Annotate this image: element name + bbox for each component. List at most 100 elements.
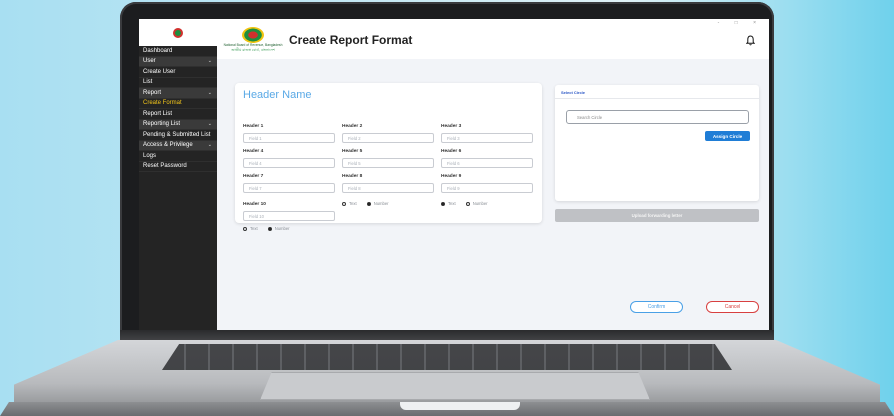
radio-text[interactable]: Text: [243, 226, 258, 231]
field-label: Header 7: [243, 174, 264, 179]
sidebar-item-report-list[interactable]: Report List: [139, 109, 217, 120]
chevron-down-icon: ⌄: [207, 142, 212, 149]
sidebar-item-reporting-list[interactable]: Reporting List ⌄: [139, 119, 217, 130]
field-label: Header 5: [342, 149, 363, 154]
header-field-10: Header 10 Field 10: [243, 202, 335, 221]
header-field-2: Header 2 Field 2: [342, 124, 434, 143]
emblem-icon: [242, 27, 264, 43]
keyboard: [162, 344, 732, 370]
radio-text[interactable]: Text: [342, 201, 357, 206]
header-field-8: Header 8 Field 8: [342, 174, 434, 193]
field-input[interactable]: Field 7: [243, 183, 335, 193]
sidebar-item-user[interactable]: User ⌄: [139, 56, 217, 67]
header-field-1: Header 1 Field 1: [243, 124, 335, 143]
chevron-down-icon: ⌄: [207, 89, 212, 96]
radio-number[interactable]: Number: [465, 201, 488, 206]
field-label: Header 4: [243, 149, 264, 154]
header-bar: National Board of Revenue, Bangladesh জা…: [217, 19, 769, 59]
field-input[interactable]: Field 4: [243, 158, 335, 168]
field-label: Header 1: [243, 124, 264, 129]
header-field-6: Header 6 Field 6: [441, 149, 533, 168]
bell-icon[interactable]: [746, 35, 755, 46]
field-input[interactable]: Field 8: [342, 183, 434, 193]
sidebar-item-label: Reset Password: [143, 163, 187, 170]
brand-logo[interactable]: National Board of Revenue, Bangladesh জা…: [219, 27, 287, 57]
field-input[interactable]: Field 5: [342, 158, 434, 168]
type-radio-group: Text Number: [441, 201, 488, 206]
sidebar-item-label: Report List: [143, 110, 173, 117]
cancel-button[interactable]: Cancel: [706, 301, 759, 313]
laptop-notch: [400, 402, 520, 410]
radio-dot-icon: [441, 201, 445, 206]
radio-label: Number: [274, 226, 290, 231]
field-label: Header 3: [441, 124, 462, 129]
sidebar-item-label: User: [143, 58, 156, 65]
sidebar-item-label: Create User: [143, 68, 176, 75]
sidebar-menu: Dashboard User ⌄ Create User List Report ⌄ Crea…: [139, 46, 217, 172]
assign-circle-button[interactable]: Assign Circle: [705, 131, 750, 141]
radio-label: Text: [250, 226, 258, 231]
sidebar-item-create-user[interactable]: Create User: [139, 67, 217, 78]
brand-name-bn: জাতীয় রাজস্ব বোর্ড, বাংলাদেশ: [231, 48, 275, 52]
field-input[interactable]: Field 2: [342, 133, 434, 143]
header-field-9: Header 9 Field 9: [441, 174, 533, 193]
sidebar-item-label: Dashboard: [143, 47, 173, 54]
select-circle-panel: Select Circle Search Circle Assign Circl…: [555, 85, 759, 201]
chevron-down-icon: ⌄: [207, 121, 212, 128]
sidebar-item-label: Pending & Submitted List: [143, 131, 211, 138]
header-field-3: Header 3 Field 3: [441, 124, 533, 143]
screen: Dashboard User ⌄ Create User List Report ⌄ Crea…: [139, 19, 769, 330]
sidebar-item-reset-password[interactable]: Reset Password: [139, 162, 217, 172]
panel-title: Select Circle: [555, 85, 759, 99]
radio-number[interactable]: Number: [267, 226, 290, 231]
radio-dot-icon: [366, 201, 371, 206]
radio-label: Number: [373, 201, 389, 206]
upload-letter-button[interactable]: Upload forwarding letter: [555, 209, 759, 222]
header-field-4: Header 4 Field 4: [243, 149, 335, 168]
logo-icon: [173, 27, 183, 38]
sidebar-item-create-format[interactable]: Create Format: [139, 99, 217, 109]
radio-dot-icon: [465, 201, 470, 206]
field-label: Header 2: [342, 124, 363, 129]
sidebar-item-label: Report: [143, 89, 162, 96]
field-input[interactable]: Field 9: [441, 183, 533, 193]
radio-text[interactable]: Text: [441, 201, 456, 206]
field-input[interactable]: Field 1: [243, 133, 335, 143]
header-form-card: Header Name Header 1 Field 1 Header 2 Field…: [235, 83, 542, 231]
sidebar: Dashboard User ⌄ Create User List Report ⌄ Crea…: [139, 19, 217, 330]
form-title: Header Name: [243, 89, 312, 101]
field-input[interactable]: Field 10: [243, 211, 335, 221]
sidebar-logo[interactable]: [139, 19, 217, 46]
sidebar-item-dashboard[interactable]: Dashboard: [139, 46, 217, 57]
radio-number[interactable]: Number: [366, 201, 389, 206]
sidebar-item-label: Logs: [143, 152, 157, 159]
radio-label: Number: [472, 201, 488, 206]
sidebar-item-pending-submitted-list[interactable]: Pending & Submitted List: [139, 130, 217, 141]
field-input[interactable]: Field 6: [441, 158, 533, 168]
page-title: Create Report Format: [289, 33, 413, 47]
sidebar-item-report[interactable]: Report ⌄: [139, 88, 217, 99]
field-label: Header 8: [342, 174, 363, 179]
type-radio-group: Text Number: [243, 226, 290, 231]
header-field-5: Header 5 Field 5: [342, 149, 434, 168]
radio-dot-icon: [342, 201, 346, 206]
sidebar-item-label: List: [143, 79, 153, 86]
sidebar-item-list[interactable]: List: [139, 78, 217, 88]
sidebar-item-label: Reporting List: [143, 121, 181, 128]
sidebar-item-access-privilege[interactable]: Access & Privilege ⌄: [139, 140, 217, 151]
sidebar-item-logs[interactable]: Logs: [139, 151, 217, 162]
radio-dot-icon: [267, 226, 272, 231]
radio-dot-icon: [243, 226, 247, 231]
window-controls[interactable]: - □ ×: [718, 20, 763, 26]
radio-label: Text: [349, 201, 357, 206]
field-label: Header 9: [441, 174, 462, 179]
confirm-button[interactable]: Confirm: [630, 301, 683, 313]
search-circle-input[interactable]: Search Circle: [566, 110, 749, 124]
field-label: Header 10: [243, 202, 266, 207]
trackpad: [260, 372, 650, 400]
chevron-down-icon: ⌄: [207, 58, 212, 65]
sidebar-item-label: Access & Privilege: [143, 142, 193, 149]
field-input[interactable]: Field 3: [441, 133, 533, 143]
header-field-7: Header 7 Field 7: [243, 174, 335, 193]
radio-label: Text: [448, 201, 456, 206]
